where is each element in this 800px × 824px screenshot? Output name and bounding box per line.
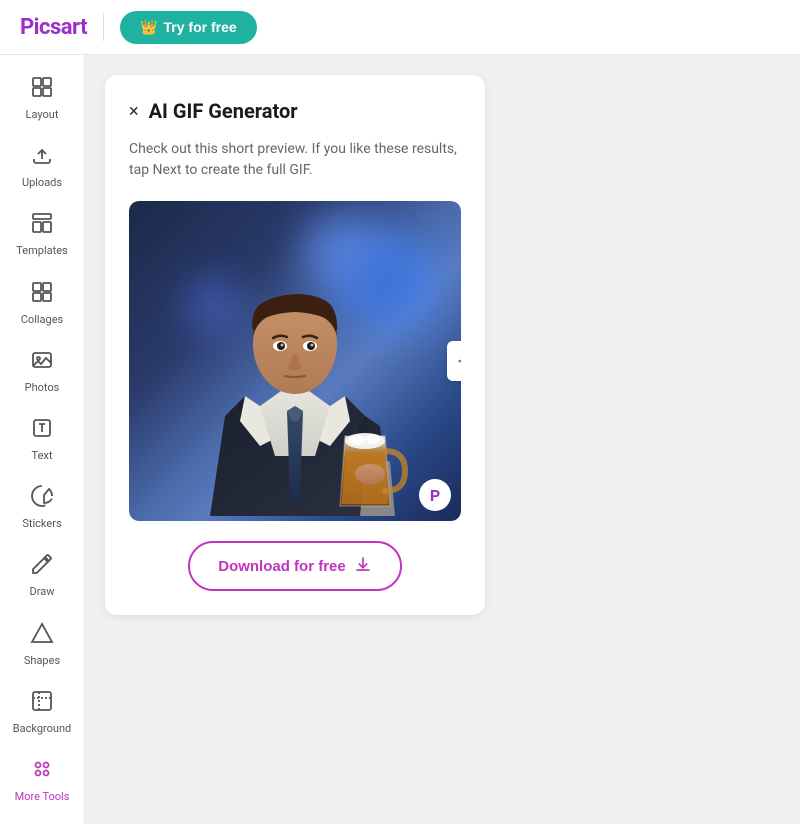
stickers-icon (30, 484, 54, 513)
sidebar-item-draw-label: Draw (30, 585, 55, 598)
sidebar-item-shapes-label: Shapes (24, 654, 60, 667)
sidebar-item-batch[interactable]: Batch (5, 815, 80, 824)
collages-icon (30, 280, 54, 309)
sidebar-item-uploads-label: Uploads (22, 176, 62, 189)
download-label: Download for free (218, 558, 346, 575)
logo: Picsart (20, 15, 87, 40)
uploads-icon (30, 143, 54, 172)
sidebar-item-stickers-label: Stickers (22, 517, 61, 530)
panel-description: Check out this short preview. If you lik… (129, 139, 461, 181)
sidebar-item-photos[interactable]: Photos (5, 338, 80, 404)
photos-icon (30, 348, 54, 377)
text-icon (30, 416, 54, 445)
sidebar-item-background[interactable]: Background (5, 679, 80, 745)
background-icon (30, 689, 54, 718)
panel-title: AI GIF Generator (149, 99, 298, 123)
download-button[interactable]: Download for free (188, 541, 402, 591)
panel: × AI GIF Generator Check out this short … (105, 75, 485, 615)
sidebar-item-templates-label: Templates (16, 244, 67, 257)
sidebar-item-shapes[interactable]: Shapes (5, 611, 80, 677)
shapes-icon (30, 621, 54, 650)
sidebar-item-photos-label: Photos (25, 381, 60, 394)
preview-arrow-button[interactable]: < (447, 341, 461, 381)
sidebar-item-layout-label: Layout (26, 108, 59, 121)
content-area: × AI GIF Generator Check out this short … (85, 55, 800, 824)
download-area: Download for free (129, 541, 461, 591)
gif-image: P (129, 201, 461, 521)
try-free-button[interactable]: 👑 Try for free (120, 11, 257, 44)
panel-close-button[interactable]: × (129, 101, 139, 122)
try-free-label: Try for free (164, 19, 237, 35)
sidebar-item-templates[interactable]: Templates (5, 201, 80, 267)
download-icon (354, 555, 372, 577)
layout-icon (30, 75, 54, 104)
header: Picsart 👑 Try for free (0, 0, 800, 55)
picsart-watermark: P (419, 479, 451, 511)
sidebar-item-collages[interactable]: Collages (5, 270, 80, 336)
sidebar-item-stickers[interactable]: Stickers (5, 474, 80, 540)
logo-text: Picsart (20, 15, 87, 40)
sidebar-item-draw[interactable]: Draw (5, 542, 80, 608)
sidebar-item-more-tools[interactable]: More Tools (5, 747, 80, 813)
header-divider (103, 13, 104, 41)
gif-preview-container: P < (129, 201, 461, 521)
sidebar: Layout Uploads Templates (0, 55, 85, 824)
templates-icon (30, 211, 54, 240)
panel-header: × AI GIF Generator (129, 99, 461, 123)
draw-icon (30, 552, 54, 581)
crown-icon: 👑 (140, 19, 157, 36)
sidebar-item-layout[interactable]: Layout (5, 65, 80, 131)
sidebar-item-background-label: Background (13, 722, 71, 735)
more-tools-icon (30, 757, 54, 786)
person-figure (129, 201, 461, 521)
sidebar-item-collages-label: Collages (21, 313, 63, 326)
sidebar-item-more-tools-label: More Tools (15, 790, 70, 803)
sidebar-item-uploads[interactable]: Uploads (5, 133, 80, 199)
sidebar-item-text-label: Text (32, 449, 53, 462)
main-area: Layout Uploads Templates (0, 55, 800, 824)
sidebar-item-text[interactable]: Text (5, 406, 80, 472)
